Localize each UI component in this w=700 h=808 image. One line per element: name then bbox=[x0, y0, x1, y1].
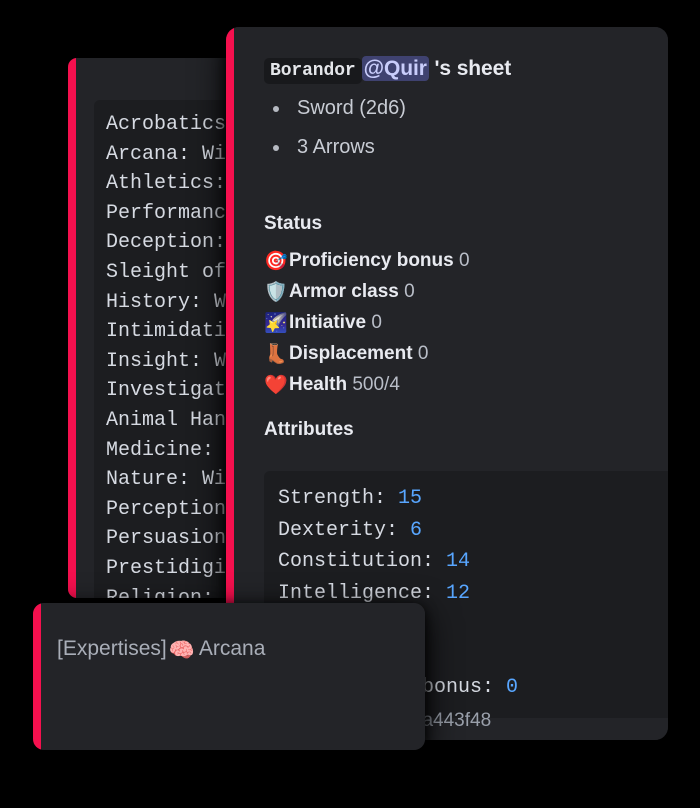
attribute-name: Strength: bbox=[278, 487, 399, 510]
roll-skill-label: Arcana bbox=[198, 637, 266, 660]
status-row-displacement: 👢Displacement 0 bbox=[264, 338, 470, 369]
attribute-value: 12 bbox=[446, 581, 471, 605]
list-item: Sword (2d6) bbox=[264, 89, 406, 128]
bullet-icon bbox=[273, 145, 279, 151]
status-value: 0 bbox=[404, 281, 415, 302]
status-row-health: ❤️Health 500/4 bbox=[264, 369, 470, 400]
status-label: Proficiency bonus bbox=[289, 250, 454, 271]
roll-category-label: [Expertises] bbox=[57, 637, 167, 660]
attributes-heading: Attributes bbox=[264, 419, 354, 440]
attribute-value: 0 bbox=[506, 676, 519, 699]
status-row-initiative: 🌠Initiative 0 bbox=[264, 307, 470, 338]
user-mention[interactable]: @Quir bbox=[361, 56, 429, 81]
skills-embed-card: Acrobatics: Dexterity Arcana: Wisdom Ath… bbox=[68, 58, 246, 598]
attribute-name: Constitution: bbox=[278, 550, 447, 573]
sheet-title: Borandor @Quir 's sheet bbox=[264, 56, 512, 84]
dice-roll-card: [Expertises]🧠Arcana 21 ⟵ [20]d20+1+(0) bbox=[33, 603, 425, 750]
attribute-name: Dexterity: bbox=[278, 518, 411, 542]
status-heading: Status bbox=[264, 213, 323, 234]
boot-icon: 👢 bbox=[264, 344, 288, 365]
skills-embed-body: Acrobatics: Dexterity Arcana: Wisdom Ath… bbox=[76, 58, 246, 598]
status-label: Initiative bbox=[289, 312, 367, 333]
shield-icon: 🛡️ bbox=[264, 282, 288, 303]
status-label: Displacement bbox=[289, 343, 413, 364]
bullet-icon bbox=[273, 106, 279, 112]
list-item: 3 Arrows bbox=[264, 128, 406, 167]
brain-icon: 🧠 bbox=[168, 639, 195, 662]
accent-stripe bbox=[33, 603, 41, 750]
inventory-item-label: Sword (2d6) bbox=[297, 97, 406, 119]
sheet-title-suffix: 's sheet bbox=[428, 57, 512, 80]
roll-header: [Expertises]🧠 Arcana bbox=[57, 637, 265, 663]
status-row-armor-class: 🛡️Armor class 0 bbox=[264, 276, 470, 307]
inventory-item-label: 3 Arrows bbox=[297, 136, 375, 158]
status-row-proficiency-bonus: 🎯Proficiency bonus 0 bbox=[264, 245, 470, 276]
character-name-badge: Borandor bbox=[264, 58, 362, 84]
target-icon: 🎯 bbox=[264, 251, 288, 272]
shooting-star-icon: 🌠 bbox=[264, 313, 288, 334]
status-label: Health bbox=[289, 374, 348, 395]
skills-code-block: Acrobatics: Dexterity Arcana: Wisdom Ath… bbox=[94, 100, 246, 598]
status-value: 0 bbox=[417, 343, 429, 364]
accent-stripe bbox=[68, 58, 76, 598]
attribute-value: 14 bbox=[446, 550, 471, 573]
status-value: 0 bbox=[371, 312, 382, 333]
attribute-value: 15 bbox=[398, 487, 423, 510]
status-value: 500/4 bbox=[352, 374, 400, 395]
dice-roll-body bbox=[41, 603, 425, 750]
attribute-name: Intelligence: bbox=[278, 581, 447, 605]
attribute-value: 6 bbox=[410, 518, 423, 542]
heart-icon: ❤️ bbox=[264, 375, 288, 396]
inventory-list: Sword (2d6) 3 Arrows bbox=[264, 89, 406, 167]
screenshot-stage: Acrobatics: Dexterity Arcana: Wisdom Ath… bbox=[0, 0, 700, 808]
status-value: 0 bbox=[458, 250, 470, 271]
status-label: Armor class bbox=[289, 281, 399, 302]
status-list: 🎯Proficiency bonus 0 🛡️Armor class 0 🌠In… bbox=[264, 245, 470, 400]
